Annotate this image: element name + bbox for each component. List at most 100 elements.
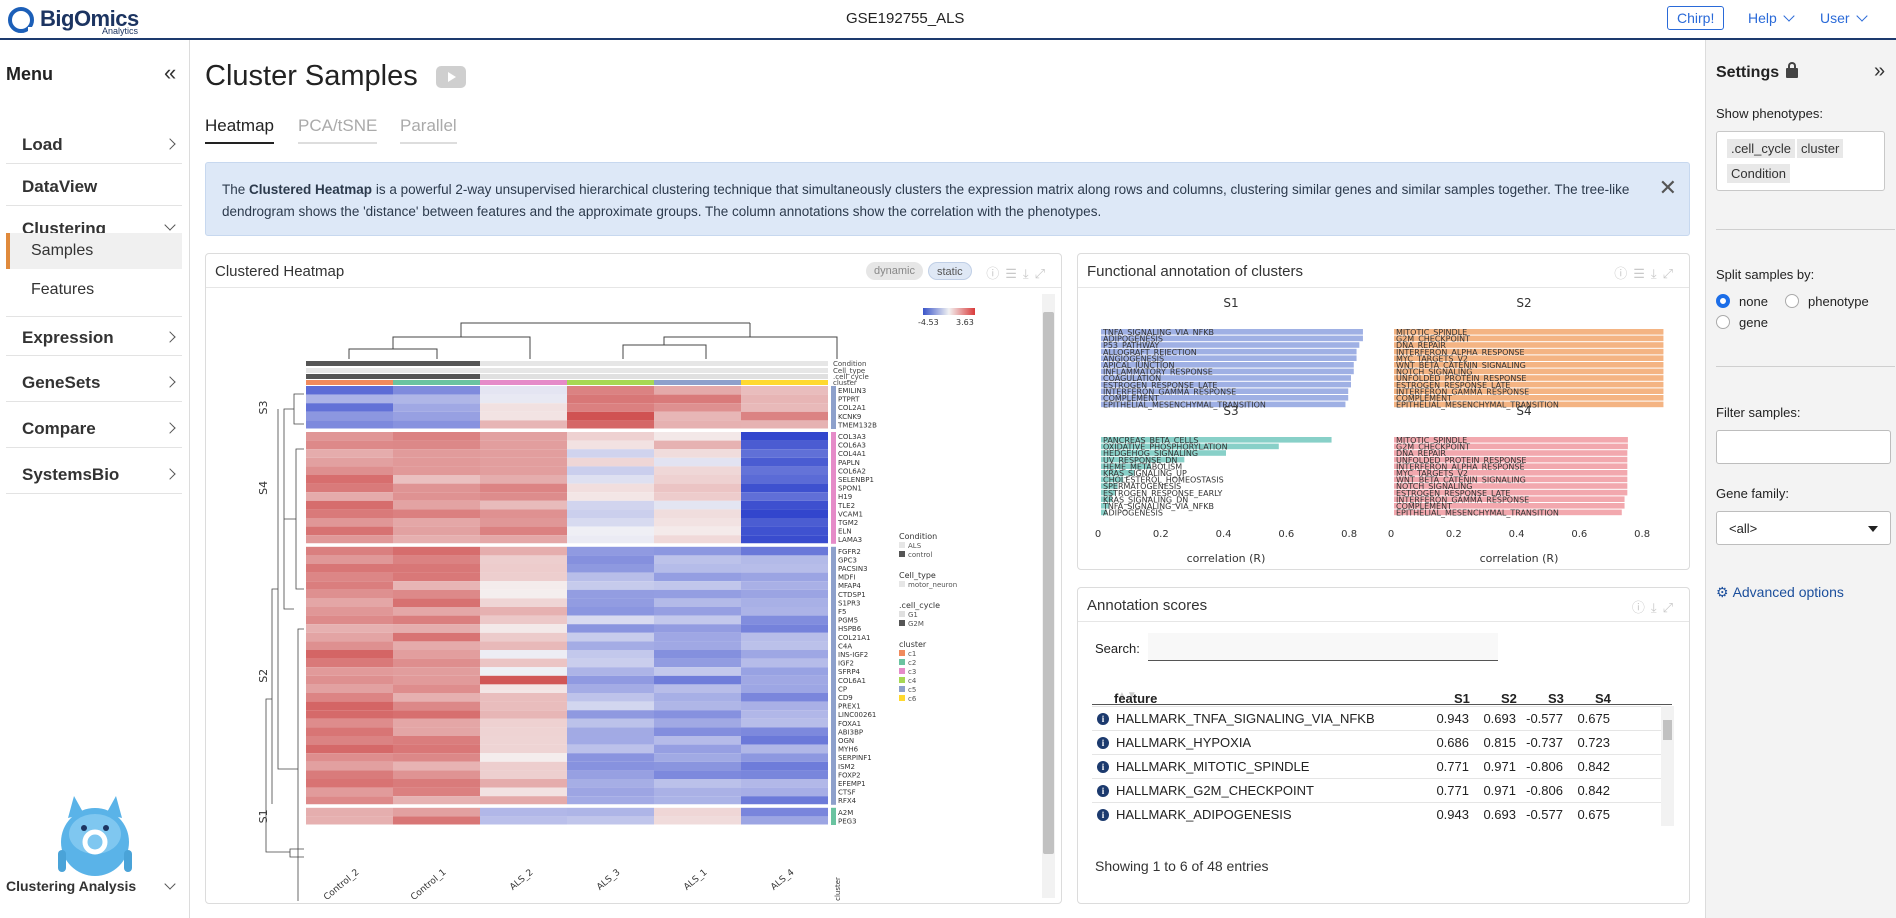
heatmap-cell [654, 535, 741, 544]
heatmap-cell [480, 564, 567, 573]
radio-gene[interactable] [1716, 315, 1730, 329]
phenotype-chip[interactable]: cluster [1797, 139, 1844, 158]
static-toggle[interactable]: static [928, 262, 972, 280]
collapse-sidebar-icon[interactable]: « [164, 60, 176, 86]
legend-title: Condition [899, 532, 937, 541]
card-toolbar-icons[interactable]: ⓘ☰⤓⤢ [986, 263, 1051, 282]
info-icon[interactable]: i [1097, 737, 1109, 749]
gene-label: EFEMP1 [838, 780, 866, 788]
heatmap-cell [654, 770, 741, 779]
radio-phenotype[interactable] [1785, 294, 1799, 308]
video-play-icon[interactable] [436, 66, 466, 88]
user-menu[interactable]: User [1820, 10, 1868, 26]
table-row[interactable]: i HALLMARK_MITOTIC_SPINDLE 0.771 0.971 -0.80… [1092, 754, 1672, 778]
heatmap-cell [480, 555, 567, 564]
radio-none[interactable] [1716, 294, 1730, 308]
lock-icon[interactable] [1786, 62, 1798, 78]
heatmap-cell [306, 589, 393, 599]
chevron-right-icon [164, 468, 176, 480]
sidebar-item-expression[interactable]: Expression [6, 316, 182, 356]
phenotype-chip[interactable]: .cell_cycle [1727, 139, 1795, 158]
heatmap-cell [480, 572, 567, 582]
heatmap-scrollbar[interactable] [1042, 294, 1055, 898]
help-menu[interactable]: Help [1748, 10, 1795, 26]
info-icon[interactable]: i [1097, 785, 1109, 797]
analysis-selector[interactable]: Clustering Analysis [6, 878, 182, 894]
heatmap-cell [654, 807, 741, 817]
score-cell: -0.577 [1526, 711, 1563, 726]
heatmap-cell [741, 518, 828, 527]
sidebar-item-samples[interactable]: Samples [6, 233, 182, 269]
annotation-cell [567, 368, 654, 373]
sidebar-item-compare[interactable]: Compare [6, 408, 182, 448]
heatmap-cell [393, 403, 480, 412]
close-icon[interactable]: ✕ [1659, 177, 1677, 199]
sidebar-item-dataview[interactable]: DataView [6, 166, 182, 206]
table-scrollbar[interactable] [1661, 706, 1674, 826]
heatmap-cell [567, 526, 654, 536]
color-scale-bar [923, 308, 975, 315]
table-row[interactable]: i HALLMARK_ADIPOGENESIS 0.943 0.693 -0.577 0.… [1092, 802, 1672, 826]
heatmap-cell [306, 684, 393, 693]
bigomics-logo[interactable]: BigOmics Analytics [8, 4, 139, 36]
tab-heatmap[interactable]: Heatmap [205, 116, 274, 144]
sidebar-item-systemsbio[interactable]: SystemsBio [6, 454, 182, 494]
table-row[interactable]: i HALLMARK_G2M_CHECKPOINT 0.771 0.971 -0.806… [1092, 778, 1672, 802]
tab-pca-tsne[interactable]: PCA/tSNE [298, 116, 378, 144]
collapse-settings-icon[interactable]: » [1874, 60, 1885, 83]
phenotype-chip[interactable]: Condition [1727, 164, 1790, 183]
dynamic-toggle[interactable]: dynamic [866, 262, 923, 280]
gene-family-select[interactable]: <all> [1716, 511, 1891, 545]
legend-item: c1 [908, 650, 916, 658]
heatmap-cell [306, 500, 393, 510]
gene-label: RFX4 [838, 797, 857, 805]
heatmap-cell [306, 420, 393, 429]
search-input[interactable] [1148, 633, 1498, 661]
radio-gene-label[interactable]: gene [1739, 315, 1768, 330]
heatmap-cell [480, 394, 567, 404]
heatmap-cell [567, 693, 654, 702]
heatmap-cell [567, 787, 654, 797]
heatmap-cell [741, 466, 828, 475]
sidebar-item-genesets[interactable]: GeneSets [6, 362, 182, 402]
heatmap-cell [654, 526, 741, 536]
legend-swatch [899, 650, 905, 656]
scrollbar-thumb[interactable] [1663, 720, 1672, 740]
settings-title: Settings [1716, 64, 1780, 81]
card-toolbar-icons[interactable]: ⓘ☰⤓⤢ [1614, 263, 1679, 282]
column-header-feature[interactable]: feature ▲▼ [1114, 686, 1157, 706]
heatmap-cell [654, 701, 741, 711]
info-icon[interactable]: i [1097, 761, 1109, 773]
legend-title: Cell_type [899, 571, 936, 580]
logo-subtitle: Analytics [102, 26, 139, 36]
info-icon[interactable]: i [1097, 809, 1109, 821]
advanced-options-link[interactable]: ⚙ Advanced options [1716, 584, 1844, 601]
filter-samples-input[interactable] [1716, 430, 1891, 464]
gene-label: FOXA1 [838, 720, 861, 728]
heatmap-cell [567, 386, 654, 395]
sidebar-item-load[interactable]: Load [6, 124, 182, 164]
heatmap-cell [567, 816, 654, 825]
table-row[interactable]: i HALLMARK_HYPOXIA 0.686 0.815 -0.737 0.723 [1092, 730, 1672, 754]
heatmap-cell [393, 615, 480, 625]
phenotypes-multiselect[interactable]: .cell_cycle cluster Condition [1716, 131, 1885, 191]
card-toolbar-icons[interactable]: ⓘ⤓⤢ [1632, 597, 1679, 616]
heatmap-cell [654, 787, 741, 797]
info-icon[interactable]: i [1097, 713, 1109, 725]
cluster-bar [831, 386, 836, 429]
radio-phenotype-label[interactable]: phenotype [1808, 294, 1869, 309]
heatmap-cell [393, 598, 480, 607]
tab-parallel[interactable]: Parallel [400, 116, 457, 144]
sidebar-item-features[interactable]: Features [6, 272, 182, 308]
radio-none-label[interactable]: none [1739, 294, 1768, 309]
scrollbar-thumb[interactable] [1043, 312, 1054, 854]
score-cell: 0.842 [1577, 783, 1610, 798]
heatmap-cell [480, 526, 567, 536]
heatmap-cell [567, 432, 654, 441]
chirp-button[interactable]: Chirp! [1667, 6, 1725, 30]
table-row[interactable]: i HALLMARK_TNFA_SIGNALING_VIA_NFKB 0.943 0.… [1092, 706, 1672, 730]
heatmap-cell [654, 632, 741, 642]
heatmap-cell [480, 667, 567, 676]
heatmap-cell [480, 420, 567, 429]
cluster-label: S3 [257, 401, 270, 415]
